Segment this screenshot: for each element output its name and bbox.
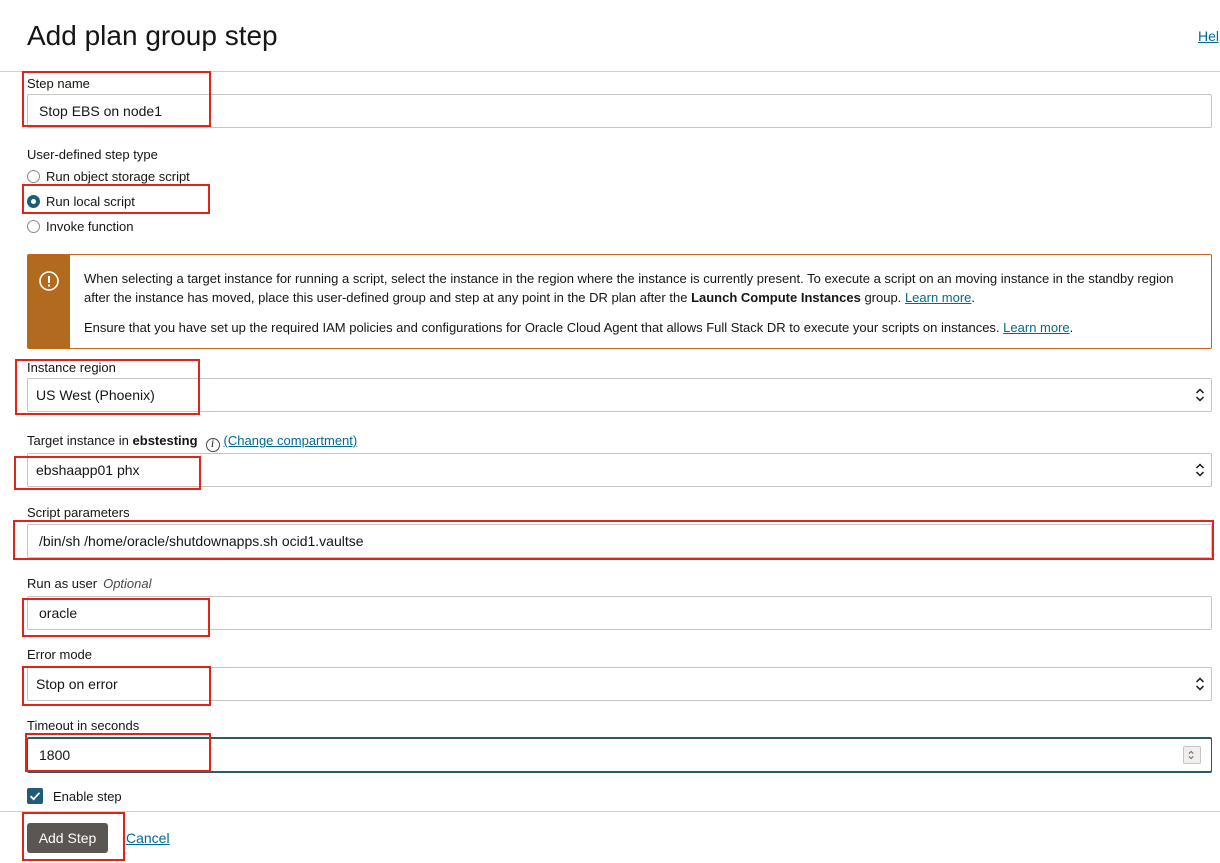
error-mode-select[interactable]: Stop on error: [27, 667, 1212, 701]
timeout-input[interactable]: 1800: [27, 738, 1212, 772]
script-parameters-label: Script parameters: [27, 505, 130, 520]
select-arrows-icon: [1195, 388, 1205, 402]
instance-region-select[interactable]: US West (Phoenix): [27, 378, 1212, 412]
alert-text: Ensure that you have set up the required…: [84, 320, 1000, 335]
learn-more-link-1[interactable]: Learn more: [905, 290, 971, 305]
step-name-label: Step name: [27, 76, 90, 91]
target-instance-value: ebshaapp01 phx: [36, 462, 140, 478]
alert-bar: [28, 255, 70, 348]
enable-step-label: Enable step: [53, 789, 122, 804]
warning-circle-icon: [39, 271, 59, 291]
script-parameters-input[interactable]: /bin/sh /home/oracle/shutdownapps.sh oci…: [27, 524, 1212, 558]
timeout-label: Timeout in seconds: [27, 718, 140, 733]
instance-region-label: Instance region: [27, 360, 116, 375]
panel-footer: [0, 811, 1220, 863]
target-instance-label-text: Target instance in: [27, 433, 129, 448]
target-instance-select[interactable]: ebshaapp01 phx: [27, 453, 1212, 487]
run-as-user-label: Run as user Optional: [27, 576, 152, 591]
warning-alert: When selecting a target instance for run…: [27, 254, 1212, 349]
radio-label: Run object storage script: [46, 168, 190, 184]
alert-text-after: group.: [864, 290, 902, 305]
cancel-link[interactable]: Cancel: [126, 830, 170, 846]
run-as-user-label-text: Run as user: [27, 576, 98, 591]
radio-unchecked-icon: [27, 169, 40, 183]
enable-step-checkbox[interactable]: [27, 788, 43, 804]
timeout-value: 1800: [39, 747, 71, 763]
panel-header: Add plan group step Help: [0, 0, 1220, 72]
change-compartment-link[interactable]: (Change compartment): [224, 433, 358, 448]
alert-paragraph-2: Ensure that you have set up the required…: [84, 320, 1074, 335]
info-icon[interactable]: i: [205, 438, 220, 452]
alert-paragraph-1: When selecting a target instance for run…: [84, 271, 1174, 305]
radio-run-object-storage-script[interactable]: Run object storage script: [27, 167, 190, 185]
radio-label: Invoke function: [46, 218, 134, 234]
alert-bold-text: Launch Compute Instances: [691, 290, 861, 305]
alert-text: When selecting a target instance for run…: [84, 271, 1174, 305]
add-step-button[interactable]: Add Step: [27, 823, 108, 853]
select-arrows-icon: [1195, 463, 1205, 477]
radio-label: Run local script: [46, 193, 135, 209]
step-name-input[interactable]: Stop EBS on node1: [27, 94, 1212, 128]
select-arrows-icon: [1195, 677, 1205, 691]
page-title: Add plan group step: [27, 20, 278, 51]
error-mode-value: Stop on error: [36, 676, 118, 692]
instance-region-value: US West (Phoenix): [36, 387, 155, 403]
number-stepper[interactable]: [1183, 746, 1201, 764]
error-mode-label: Error mode: [27, 647, 93, 662]
stepper-arrows-icon: [1188, 750, 1194, 760]
radio-checked-icon: [27, 194, 40, 208]
target-instance-label: Target instance in ebstesting i (Change co…: [27, 433, 357, 452]
radio-invoke-function[interactable]: Invoke function: [27, 217, 133, 235]
add-plan-group-step-panel: Add plan group step Help Step name Stop …: [0, 0, 1220, 863]
optional-tag: Optional: [103, 576, 152, 591]
radio-run-local-script[interactable]: Run local script: [27, 192, 135, 210]
help-link[interactable]: Help: [1198, 28, 1220, 44]
checkmark-icon: [29, 792, 41, 801]
radio-unchecked-icon: [27, 219, 40, 233]
learn-more-link-2[interactable]: Learn more: [1003, 320, 1069, 335]
step-type-label: User-defined step type: [27, 147, 158, 162]
run-as-user-input[interactable]: oracle: [27, 596, 1212, 630]
compartment-name: ebstesting: [132, 433, 198, 448]
